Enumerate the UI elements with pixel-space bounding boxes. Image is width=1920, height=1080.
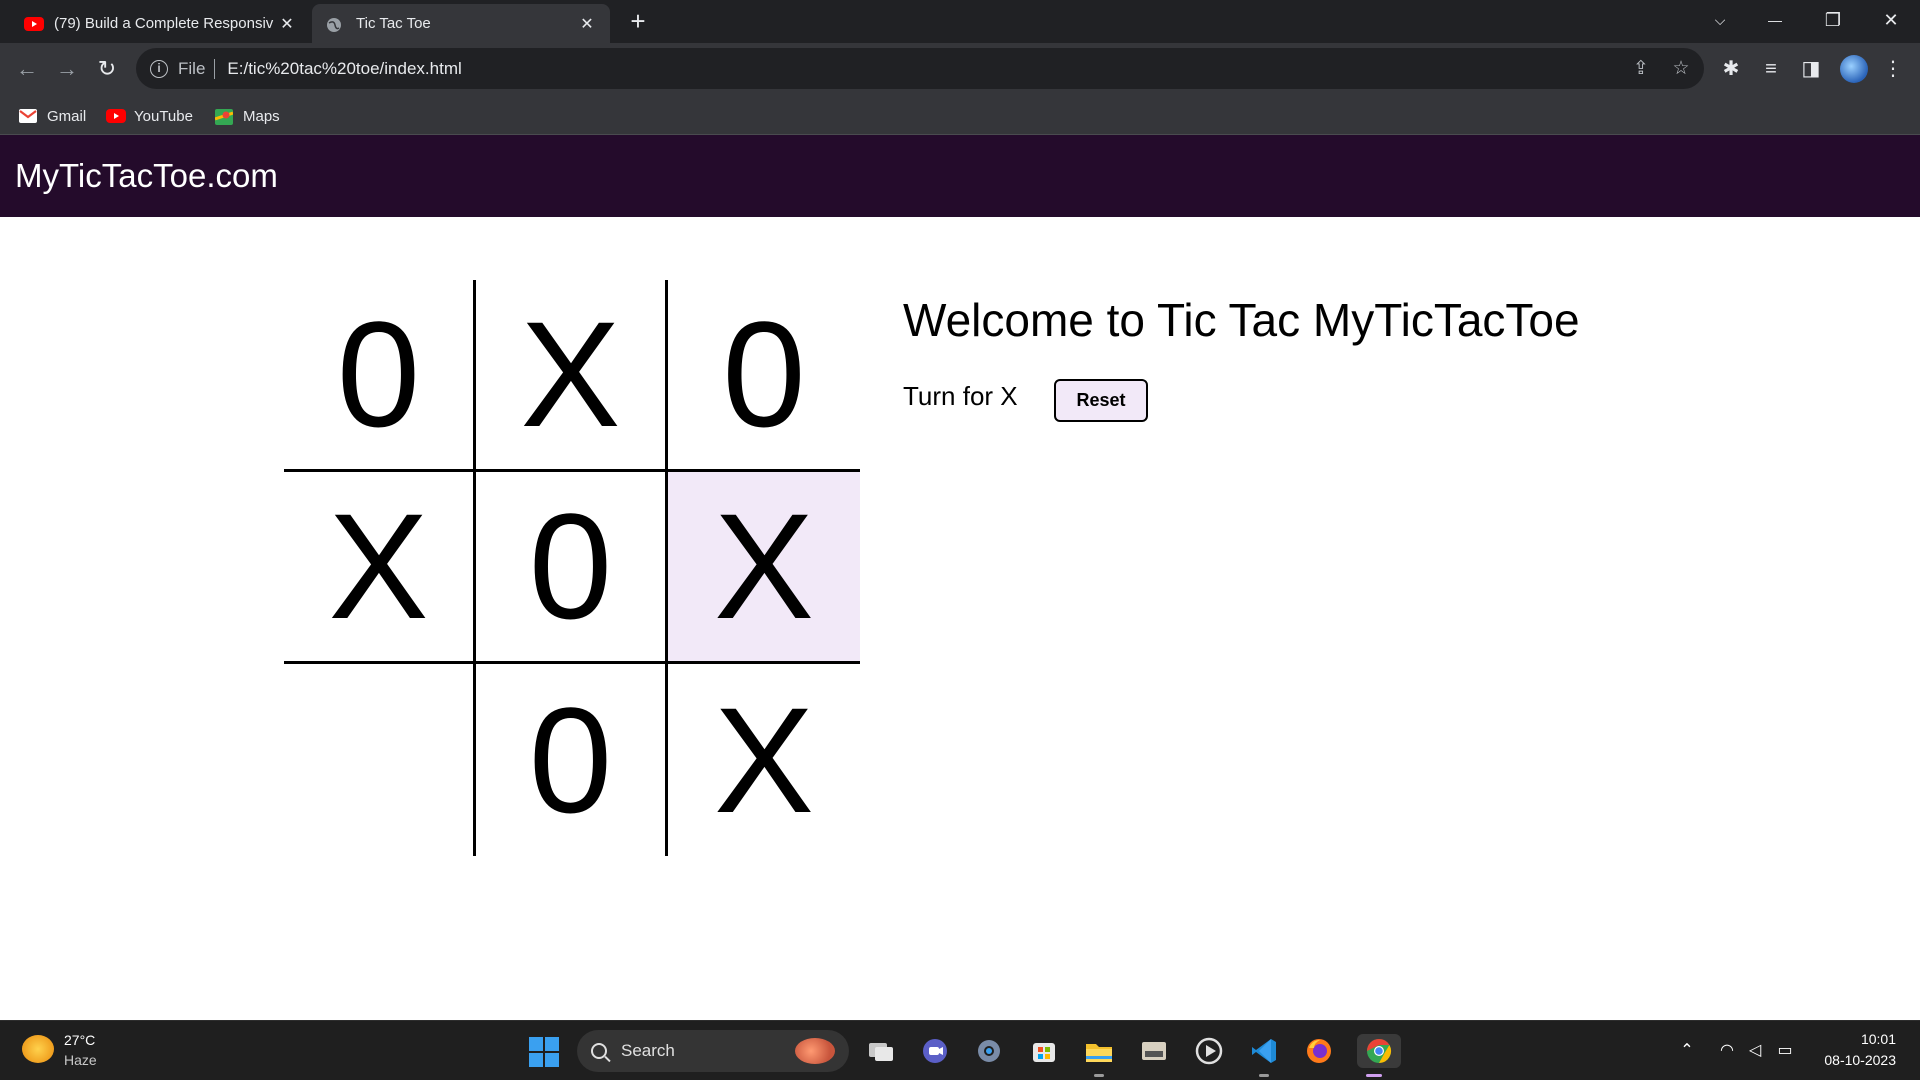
- welcome-heading: Welcome to Tic Tac MyTicTacToe: [903, 294, 1580, 346]
- board-cell[interactable]: X: [284, 472, 476, 664]
- side-panel-icon[interactable]: ◨: [1798, 56, 1824, 82]
- maps-icon: [214, 109, 234, 125]
- board-cell[interactable]: 0: [284, 280, 476, 472]
- tab-tic-tac-toe[interactable]: Tic Tac Toe ✕: [312, 4, 610, 43]
- weather-condition[interactable]: Haze: [64, 1052, 97, 1068]
- bookmark-maps[interactable]: Maps: [214, 105, 280, 127]
- board-cell[interactable]: X: [668, 664, 860, 856]
- youtube-icon: [24, 16, 44, 31]
- site-navbar: MyTicTacToe.com: [0, 135, 1920, 217]
- web-page: MyTicTacToe.com 0 X 0 X 0 X 0 X Welcome …: [0, 135, 1920, 1020]
- taskbar: 27°C Haze Search ⌃ ◠ ◁ ▭ 10:01 08-10-202…: [0, 1020, 1920, 1080]
- tab-title: Tic Tac Toe: [356, 15, 431, 32]
- scheme-label: File: [178, 58, 206, 78]
- globe-icon: [326, 17, 346, 32]
- media-control-icon[interactable]: ≡: [1758, 56, 1784, 82]
- profile-avatar[interactable]: [1840, 55, 1868, 83]
- volume-icon[interactable]: ◁: [1744, 1040, 1766, 1060]
- wifi-icon[interactable]: ◠: [1716, 1040, 1738, 1060]
- task-view-icon[interactable]: [864, 1034, 898, 1068]
- board-cell[interactable]: X: [476, 280, 668, 472]
- chrome-icon[interactable]: [1357, 1034, 1401, 1077]
- tab-youtube[interactable]: (79) Build a Complete Responsiv ✕: [10, 4, 310, 43]
- bookmark-gmail[interactable]: Gmail: [19, 105, 86, 127]
- tab-close-icon[interactable]: ✕: [578, 14, 596, 34]
- minimize-button[interactable]: —: [1755, 0, 1795, 40]
- turn-indicator: Turn for X: [903, 381, 1018, 411]
- browser-toolbar: ← → ↻ i File E:/tic%20tac%20toe/index.ht…: [0, 43, 1920, 95]
- typing-app-icon[interactable]: [1137, 1034, 1171, 1068]
- browser-tabstrip: (79) Build a Complete Responsiv ✕ Tic Ta…: [0, 0, 1920, 43]
- media-player-icon[interactable]: [1192, 1034, 1226, 1068]
- youtube-icon: [106, 109, 126, 123]
- bookmarks-bar: Gmail YouTube Maps: [0, 95, 1920, 135]
- board-cell[interactable]: 0: [476, 664, 668, 856]
- extensions-icon[interactable]: ✱: [1718, 56, 1744, 82]
- tab-close-icon[interactable]: ✕: [278, 14, 296, 34]
- back-button[interactable]: ←: [13, 55, 41, 83]
- search-highlight-icon: [795, 1038, 835, 1064]
- battery-icon[interactable]: ▭: [1774, 1040, 1796, 1060]
- tab-search-icon[interactable]: ⌵: [1700, 0, 1740, 40]
- url-text[interactable]: E:/tic%20tac%20toe/index.html: [227, 59, 461, 79]
- share-icon[interactable]: ⇪: [1630, 58, 1652, 80]
- search-icon: [591, 1043, 607, 1059]
- info-icon[interactable]: i: [150, 59, 168, 78]
- clock-time[interactable]: 10:01: [1861, 1031, 1896, 1047]
- chat-icon[interactable]: [918, 1034, 952, 1068]
- game-board: 0 X 0 X 0 X 0 X: [284, 280, 860, 856]
- bookmark-youtube[interactable]: YouTube: [106, 105, 193, 127]
- omnibox-divider: [214, 58, 216, 79]
- board-cell[interactable]: 0: [668, 280, 860, 472]
- close-window-button[interactable]: ✕: [1871, 0, 1911, 40]
- vscode-icon[interactable]: [1247, 1034, 1281, 1077]
- gmail-icon: [19, 109, 37, 123]
- file-explorer-icon[interactable]: [1082, 1034, 1116, 1077]
- store-icon[interactable]: [1027, 1034, 1061, 1068]
- forward-button[interactable]: →: [53, 55, 81, 83]
- restore-button[interactable]: ❐: [1813, 0, 1853, 40]
- bookmark-label: Gmail: [47, 107, 87, 125]
- board-cell[interactable]: [284, 664, 476, 856]
- show-hidden-icons-icon[interactable]: ⌃: [1676, 1040, 1698, 1060]
- address-bar[interactable]: i File E:/tic%20tac%20toe/index.html ⇪ ☆: [136, 48, 1704, 89]
- new-tab-button[interactable]: +: [624, 6, 652, 36]
- weather-icon[interactable]: [22, 1035, 54, 1063]
- weather-temperature[interactable]: 27°C: [64, 1032, 95, 1048]
- board-cell-highlighted[interactable]: X: [668, 472, 860, 664]
- reset-button[interactable]: Reset: [1054, 379, 1148, 422]
- taskbar-search[interactable]: Search: [577, 1030, 849, 1072]
- menu-icon[interactable]: ⋮: [1880, 56, 1906, 82]
- game-info: Welcome to Tic Tac MyTicTacToe Turn for …: [903, 293, 1580, 422]
- clock-date[interactable]: 08-10-2023: [1824, 1052, 1896, 1068]
- bookmark-label: YouTube: [134, 107, 193, 125]
- settings-gear-icon[interactable]: [972, 1034, 1006, 1068]
- site-brand[interactable]: MyTicTacToe.com: [15, 157, 278, 195]
- reload-button[interactable]: ↻: [93, 55, 121, 83]
- board-cell[interactable]: 0: [476, 472, 668, 664]
- search-label: Search: [621, 1041, 675, 1060]
- start-icon[interactable]: [529, 1037, 559, 1067]
- tab-title: (79) Build a Complete Responsiv: [54, 15, 274, 32]
- firefox-icon[interactable]: [1302, 1034, 1336, 1068]
- bookmark-star-icon[interactable]: ☆: [1670, 58, 1692, 80]
- bookmark-label: Maps: [243, 107, 280, 125]
